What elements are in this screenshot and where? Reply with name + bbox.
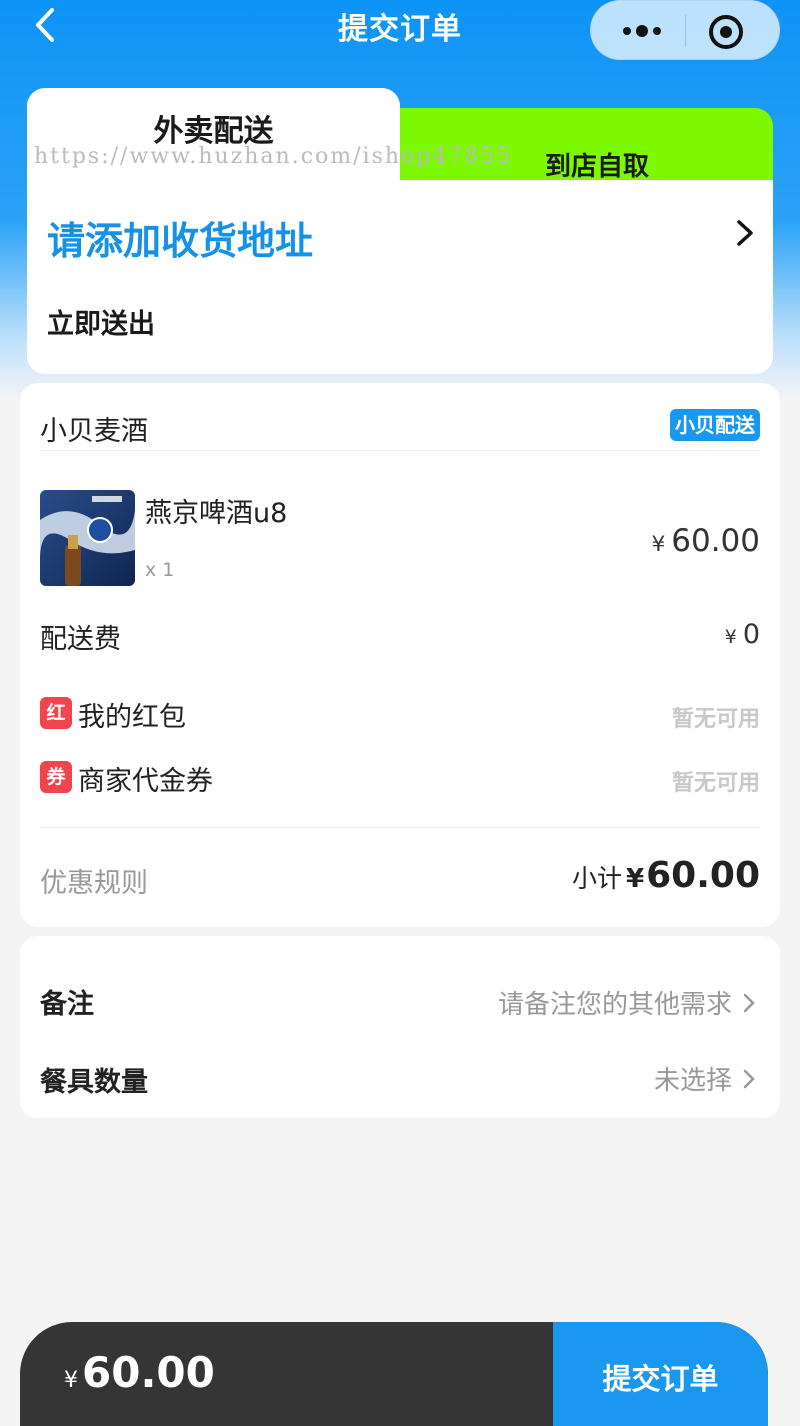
currency-symbol: ¥ [64, 1368, 78, 1393]
voucher-value: 暂无可用 [671, 771, 760, 796]
tab-delivery[interactable]: 外卖配送 [27, 88, 400, 198]
promo-rules-link[interactable]: 优惠规则 [40, 861, 148, 900]
price-value: 60.00 [671, 523, 760, 559]
chevron-right-icon [743, 993, 755, 1013]
more-button[interactable] [621, 19, 663, 43]
remark-placeholder: 请备注您的其他需求 [497, 990, 732, 1020]
red-packet-badge: 红 [40, 697, 72, 729]
delivery-fee-label: 配送费 [40, 624, 121, 655]
send-time[interactable]: 立即送出 [47, 302, 155, 341]
add-address-prompt: 请添加收货地址 [47, 219, 314, 263]
product-name: 燕京啤酒u8 [145, 498, 288, 529]
product-image [40, 490, 135, 586]
extras-card: 备注 请备注您的其他需求 餐具数量 未选择 [20, 936, 780, 1118]
target-icon [709, 15, 743, 49]
currency-symbol: ¥ [626, 864, 645, 894]
shop-name: 小贝麦酒 [40, 416, 148, 447]
shop-delivery-badge: 小贝配送 [670, 409, 760, 441]
capsule-divider [685, 15, 686, 47]
remark-label: 备注 [40, 989, 94, 1020]
total-amount: 60.00 [82, 1348, 215, 1397]
divider [40, 450, 760, 451]
currency-symbol: ¥ [651, 532, 666, 557]
delivery-card: 到店自取 外卖配送 请添加收货地址 立即送出 [27, 88, 773, 374]
subtotal: 小计 ¥60.00 [572, 855, 760, 896]
tab-pickup-label: 到店自取 [544, 152, 649, 182]
delivery-fee-value: ¥0 [725, 619, 760, 650]
chevron-right-icon [737, 220, 753, 246]
add-address-row[interactable]: 请添加收货地址 [47, 206, 757, 266]
watermark-text: https://www.huzhan.com/ishop47855 [34, 144, 513, 169]
submit-order-button[interactable]: 提交订单 [553, 1322, 768, 1426]
voucher-badge: 券 [40, 761, 72, 793]
subtotal-amount: 60.00 [646, 855, 760, 896]
tableware-value: 未选择 [653, 1066, 732, 1096]
navigation-bar: 提交订单 [0, 0, 800, 60]
order-total: ¥60.00 [64, 1348, 215, 1397]
product-quantity: x 1 [145, 559, 175, 581]
chevron-right-icon [743, 1069, 755, 1089]
submit-order-label: 提交订单 [602, 1362, 719, 1396]
order-card: 小贝麦酒 小贝配送 燕京啤酒u8 x 1 ¥60.00 配送费 ¥0 红 我的红… [20, 383, 780, 927]
voucher-label[interactable]: 商家代金券 [78, 759, 213, 798]
tableware-label: 餐具数量 [40, 1067, 148, 1098]
mini-program-capsule [590, 0, 780, 60]
more-dots-icon [623, 25, 661, 37]
close-miniprogram-button[interactable] [707, 13, 745, 51]
currency-symbol: ¥ [724, 626, 737, 648]
red-packet-value: 暂无可用 [671, 707, 760, 732]
product-price: ¥60.00 [651, 523, 760, 559]
subtotal-label: 小计 [572, 864, 623, 893]
checkout-bar: ¥60.00 提交订单 [20, 1322, 768, 1426]
divider [40, 827, 760, 828]
delivery-fee-amount: 0 [742, 619, 760, 650]
red-packet-label[interactable]: 我的红包 [78, 695, 186, 734]
